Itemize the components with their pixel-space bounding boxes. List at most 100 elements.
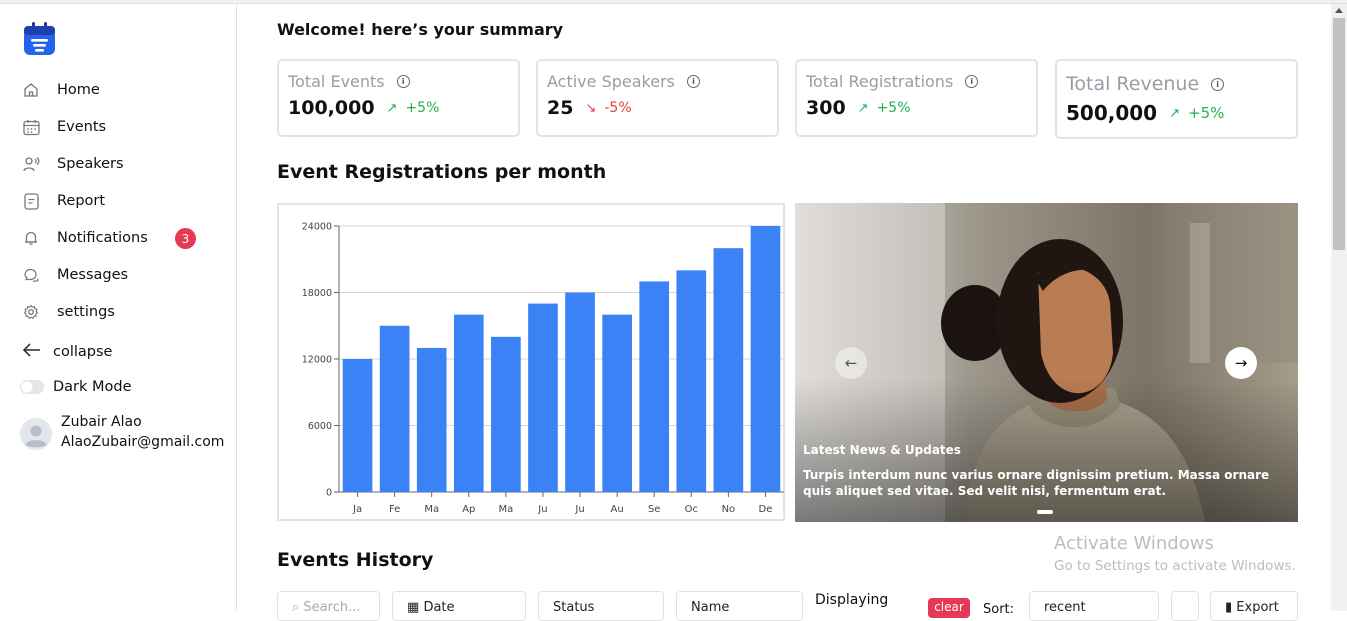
- activate-windows-subtitle: Go to Settings to activate Windows.: [1054, 558, 1296, 574]
- displaying-label: Displaying: [815, 592, 889, 608]
- x-tick-label: Se: [648, 504, 661, 515]
- chart-section-title: Event Registrations per month: [277, 161, 607, 183]
- stat-change: +5%: [876, 100, 911, 116]
- x-tick-label: Ju: [574, 504, 584, 515]
- y-tick-label: 12000: [302, 355, 332, 366]
- stat-title: Total Revenue: [1066, 73, 1200, 95]
- bar: [453, 314, 484, 492]
- search-input[interactable]: ⌕ Search...: [277, 591, 380, 621]
- sort-dropdown[interactable]: recent: [1029, 591, 1159, 621]
- arrow-right-icon: →: [1234, 354, 1248, 372]
- stat-value: 25: [547, 97, 574, 119]
- collapse-button[interactable]: collapse: [22, 342, 112, 362]
- carousel-next-button[interactable]: →: [1225, 347, 1257, 379]
- collapse-label: collapse: [53, 344, 113, 360]
- news-carousel[interactable]: ← → Latest News & Updates Turpis interdu…: [795, 203, 1298, 522]
- clear-button[interactable]: clear: [928, 598, 970, 618]
- bar-chart-icon: ▮: [1225, 600, 1233, 615]
- status-dropdown[interactable]: Status: [538, 591, 664, 621]
- y-tick-label: 0: [326, 488, 332, 499]
- sidebar: Home Events Speakers Report Notification…: [0, 4, 237, 611]
- x-tick-label: Ma: [424, 504, 439, 515]
- info-icon[interactable]: i: [396, 75, 410, 88]
- x-tick-label: Ja: [352, 504, 362, 515]
- home-icon: [22, 81, 40, 99]
- scroll-up-icon[interactable]: [1335, 8, 1343, 13]
- sidebar-item-label: Home: [57, 82, 100, 98]
- stat-value: 300: [806, 97, 846, 119]
- search-icon: ⌕: [292, 600, 300, 615]
- bar: [750, 226, 781, 492]
- notifications-count-badge: 3: [175, 228, 196, 249]
- stat-change: +5%: [1188, 104, 1225, 122]
- sidebar-item-messages[interactable]: Messages: [22, 266, 128, 284]
- bar: [491, 336, 521, 492]
- registrations-chart: 0 6000 12000 18000 24000 Ja Fe Ma Ap Ma Ju Ju Au Se Oc…: [277, 203, 785, 521]
- stat-card-total-registrations: Total Registrations i 300 ↗ +5%: [795, 59, 1038, 137]
- sort-value: recent: [1044, 600, 1086, 615]
- stat-title: Total Events: [288, 72, 385, 91]
- page-scrollbar[interactable]: [1331, 4, 1347, 611]
- scrollbar-thumb[interactable]: [1333, 18, 1345, 250]
- user-email: AlaoZubair@gmail.com: [61, 434, 225, 450]
- bar: [676, 270, 707, 492]
- sort-label: Sort:: [983, 602, 1015, 617]
- speaker-icon: [22, 155, 40, 173]
- dark-mode-label: Dark Mode: [53, 379, 132, 395]
- x-tick-label: De: [759, 504, 773, 515]
- bar: [528, 303, 558, 492]
- stat-title: Active Speakers: [547, 72, 675, 91]
- bar-chart: 0 6000 12000 18000 24000 Ja Fe Ma Ap Ma Ju Ju Au Se Oc…: [302, 222, 784, 515]
- x-tick-label: Fe: [389, 504, 400, 515]
- x-tick-label: Ap: [462, 504, 475, 515]
- bar: [713, 248, 744, 492]
- info-icon[interactable]: i: [687, 75, 700, 88]
- export-button[interactable]: ▮ Export: [1210, 591, 1298, 621]
- trend-down-icon: ↘: [585, 100, 597, 116]
- name-dropdown[interactable]: Name: [676, 591, 803, 621]
- news-body: Turpis interdum nunc varius ornare digni…: [803, 468, 1270, 498]
- user-profile[interactable]: Zubair Alao AlaoZubair@gmail.com: [20, 412, 224, 452]
- activate-windows-title: Activate Windows: [1054, 533, 1214, 554]
- trend-up-icon: ↗: [1169, 105, 1180, 121]
- status-label: Status: [553, 600, 595, 615]
- stat-change: +5%: [405, 100, 440, 116]
- trend-up-icon: ↗: [857, 100, 869, 116]
- chat-icon: [22, 266, 40, 284]
- sidebar-item-events[interactable]: Events: [22, 118, 106, 136]
- avatar: [20, 418, 52, 450]
- app-logo[interactable]: [24, 22, 55, 56]
- sidebar-item-notifications[interactable]: Notifications: [22, 229, 148, 247]
- stat-value: 500,000: [1066, 101, 1158, 125]
- info-icon[interactable]: i: [1211, 77, 1225, 91]
- info-icon[interactable]: i: [965, 75, 979, 88]
- carousel-indicator[interactable]: [1037, 510, 1053, 514]
- events-history-title: Events History: [277, 549, 434, 571]
- bell-icon: [22, 229, 40, 247]
- y-tick-label: 6000: [308, 421, 332, 432]
- sidebar-item-home[interactable]: Home: [22, 81, 100, 99]
- x-tick-label: Oc: [685, 504, 698, 515]
- gear-icon: [22, 303, 40, 321]
- export-label: Export: [1236, 600, 1279, 615]
- bar: [639, 281, 670, 492]
- sidebar-item-settings[interactable]: settings: [22, 303, 115, 321]
- dark-mode-toggle[interactable]: [20, 380, 44, 394]
- calendar-icon: ▦: [407, 600, 420, 615]
- report-icon: [22, 192, 40, 210]
- arrow-left-icon: [22, 342, 41, 362]
- stat-card-total-revenue: Total Revenue i 500,000 ↗ +5%: [1055, 59, 1298, 139]
- date-filter[interactable]: ▦ Date: [392, 591, 526, 621]
- stat-card-total-events: Total Events i 100,000 ↗ +5%: [277, 59, 520, 137]
- bar: [416, 347, 447, 492]
- stat-change: -5%: [604, 100, 632, 116]
- y-tick-label: 18000: [302, 288, 332, 299]
- more-options-button[interactable]: [1171, 591, 1199, 621]
- sidebar-item-label: Notifications: [57, 230, 148, 246]
- page-title: Welcome! here’s your summary: [277, 20, 564, 39]
- x-tick-label: No: [722, 504, 736, 515]
- sidebar-item-speakers[interactable]: Speakers: [22, 155, 124, 173]
- sidebar-item-report[interactable]: Report: [22, 192, 105, 210]
- trend-up-icon: ↗: [386, 100, 398, 116]
- carousel-prev-button[interactable]: ←: [835, 347, 867, 379]
